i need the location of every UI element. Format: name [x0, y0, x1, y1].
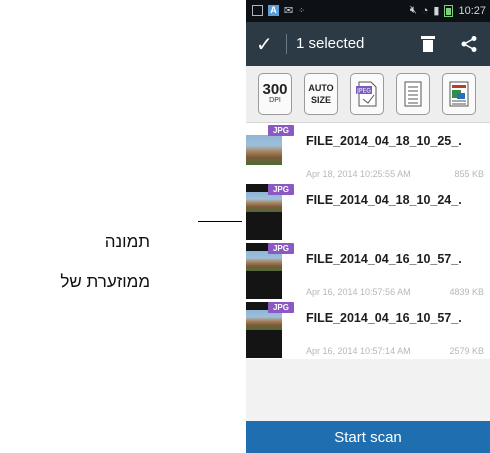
file-name: FILE_2014_04_18_10_24_.: [306, 193, 462, 207]
delete-trash-icon[interactable]: [421, 36, 435, 52]
jpeg-label: JPEG: [356, 88, 371, 95]
signal-icon: ▮: [433, 5, 440, 17]
file-list-item[interactable]: JPG FILE_2014_04_16_10_57_. Apr 16, 2014…: [246, 241, 490, 300]
file-size: 855 KB: [454, 169, 484, 179]
file-name: FILE_2014_04_18_10_25_.: [306, 134, 462, 148]
annotation-text-line2: ממוזערת של: [60, 272, 150, 291]
app-notification-icon: A: [268, 5, 279, 16]
mute-icon: 🔇︎: [409, 4, 417, 16]
status-bar: A ✉ ⁘ 🔇︎ ◔ ▮ 10:27: [246, 0, 490, 22]
jpg-badge: JPG: [268, 243, 294, 254]
file-size: 2579 KB: [449, 346, 484, 356]
clock: 10:27: [458, 4, 486, 17]
annotation-text-line1: תמונה: [104, 232, 150, 251]
action-bar: ✓ 1 selected: [246, 22, 490, 66]
document-mode-button[interactable]: [396, 73, 430, 115]
file-list-item[interactable]: JPG FILE_2014_04_16_10_57_. Apr 16, 2014…: [246, 300, 490, 359]
selection-count: 1 selected: [296, 35, 365, 52]
file-list: JPG FILE_2014_04_18_10_25_. Apr 18, 2014…: [246, 123, 490, 359]
dpi-unit: DPI: [269, 97, 281, 104]
jpg-badge: JPG: [268, 125, 294, 136]
file-name: FILE_2014_04_16_10_57_.: [306, 311, 462, 325]
annotation-pointer-line: [198, 221, 242, 222]
dpi-value: 300: [262, 81, 288, 98]
jpeg-format-button[interactable]: JPEG: [350, 73, 384, 115]
battery-icon: [444, 4, 454, 17]
phone-screen: A ✉ ⁘ 🔇︎ ◔ ▮ 10:27 ✓ 1 selected 300 DPI …: [246, 0, 490, 453]
start-scan-button[interactable]: Start scan: [246, 421, 490, 453]
file-date: Apr 18, 2014 10:25:55 AM: [306, 169, 411, 179]
image-notification-icon: [252, 5, 263, 16]
file-size: 4839 KB: [449, 287, 484, 297]
file-list-item[interactable]: JPG FILE_2014_04_18_10_25_. Apr 18, 2014…: [246, 123, 490, 182]
color-mode-button[interactable]: [442, 73, 476, 115]
done-check-icon[interactable]: ✓: [256, 32, 273, 57]
document-lines-icon: [404, 81, 422, 107]
sync-icon: ⁘: [298, 6, 305, 15]
file-list-item[interactable]: JPG FILE_2014_04_18_10_24_.: [246, 182, 490, 241]
auto-size-button[interactable]: AUTO SIZE: [304, 73, 338, 115]
mail-icon: ✉: [284, 5, 294, 17]
file-date: Apr 16, 2014 10:57:14 AM: [306, 346, 411, 356]
jpeg-file-icon: JPEG: [356, 81, 377, 107]
scan-settings-toolbar: 300 DPI AUTO SIZE JPEG: [246, 66, 490, 123]
jpg-badge: JPG: [268, 302, 294, 313]
color-page-icon: [449, 81, 469, 107]
auto-size-line1: AUTO: [308, 83, 334, 93]
jpg-badge: JPG: [268, 184, 294, 195]
auto-size-line2: SIZE: [310, 95, 331, 105]
divider: [286, 34, 287, 54]
share-icon[interactable]: [460, 35, 478, 53]
dpi-button[interactable]: 300 DPI: [258, 73, 292, 115]
wifi-icon: ◔: [421, 4, 429, 17]
file-date: Apr 16, 2014 10:57:56 AM: [306, 287, 411, 297]
file-name: FILE_2014_04_16_10_57_.: [306, 252, 462, 266]
